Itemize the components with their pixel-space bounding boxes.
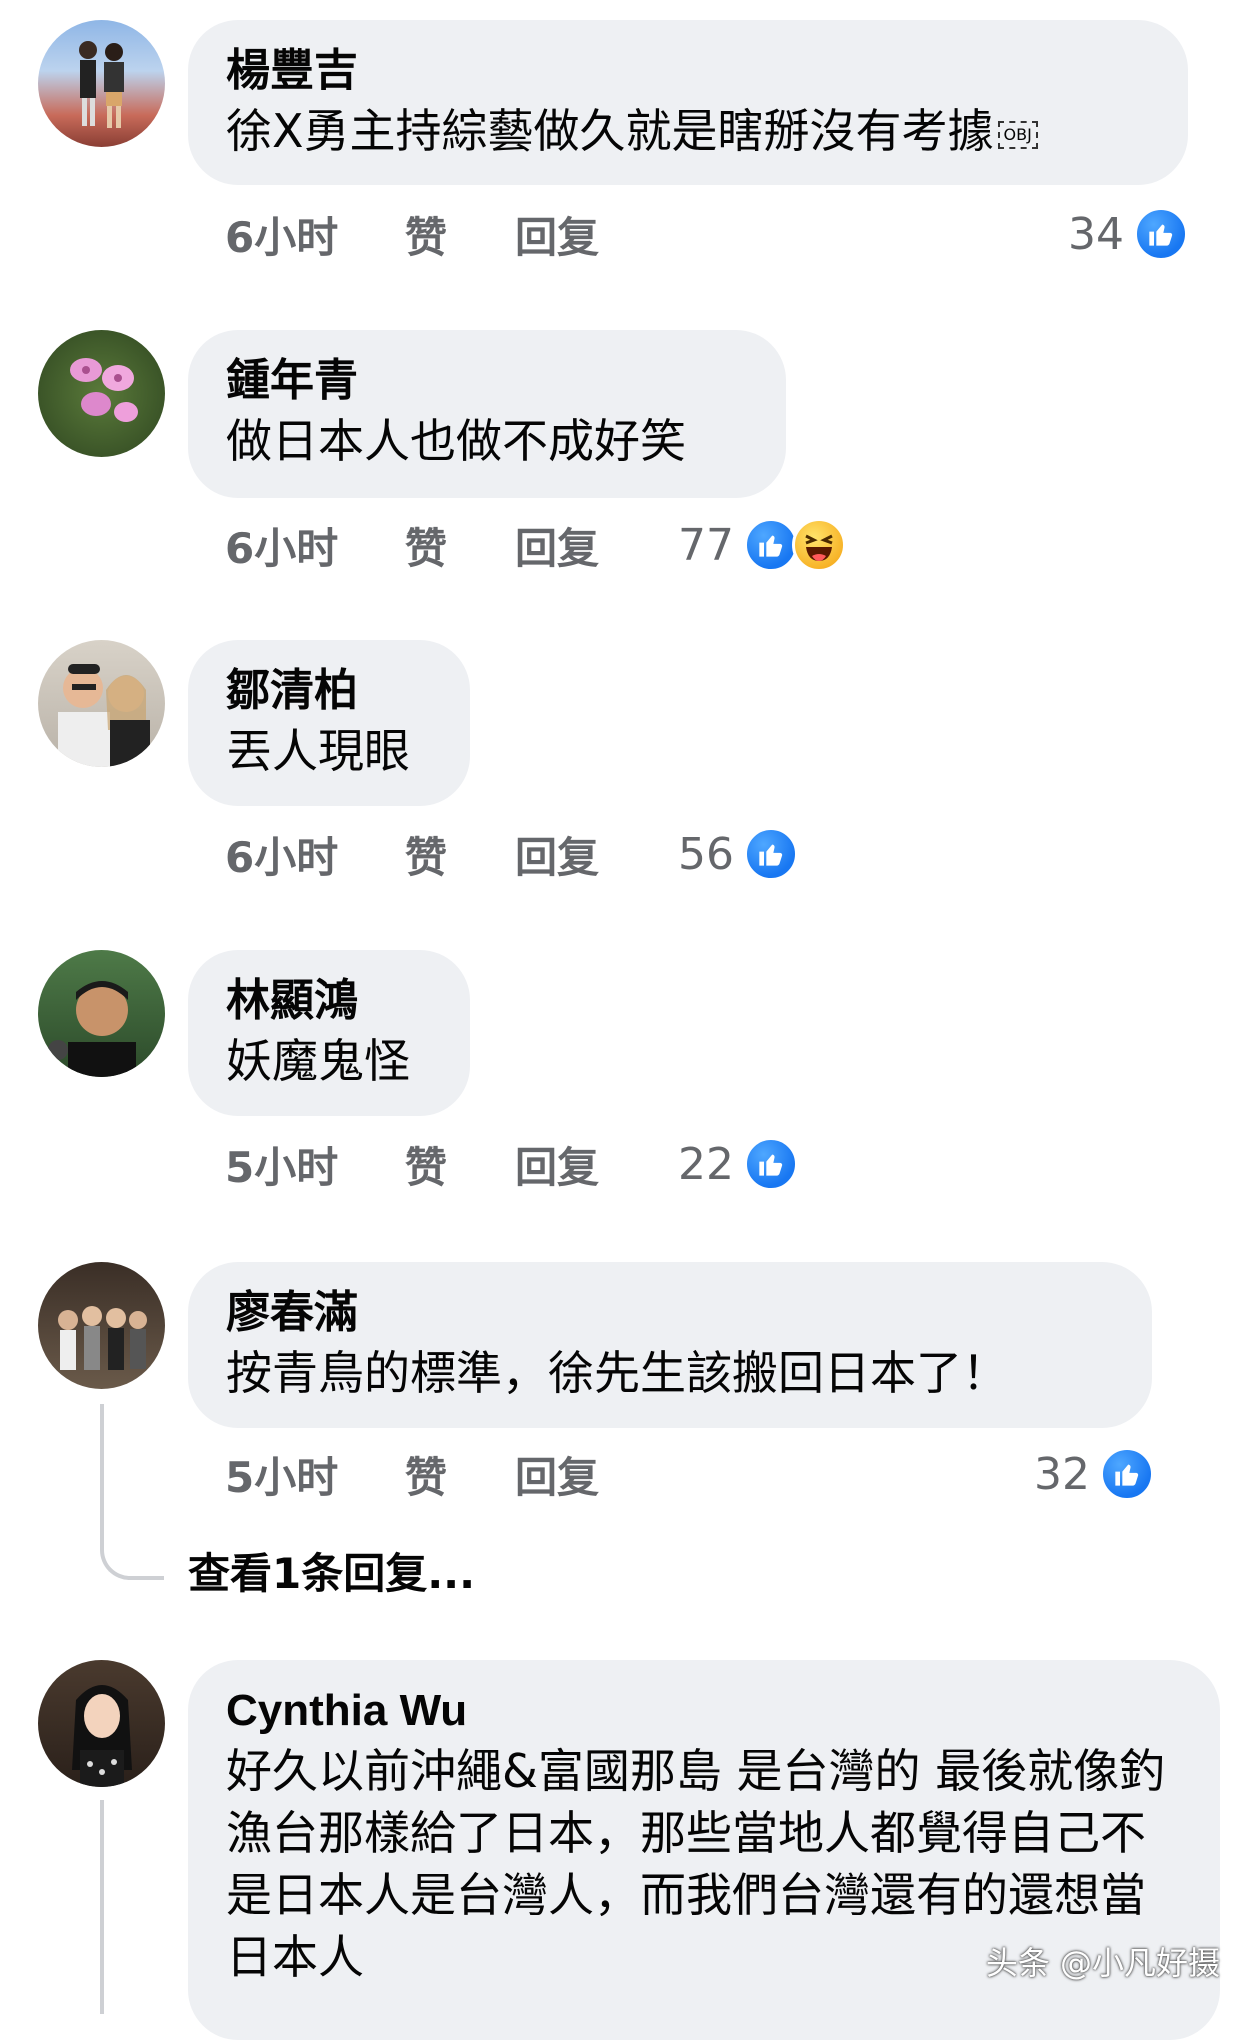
comment-author[interactable]: 楊豐吉 <box>226 42 1150 100</box>
comment-actions: 6小时 赞 回复 <box>225 515 665 575</box>
avatar[interactable] <box>38 330 165 457</box>
comment-author[interactable]: Cynthia Wu <box>226 1682 1190 1740</box>
like-icon <box>1134 207 1188 261</box>
avatar[interactable] <box>38 1660 165 1787</box>
reply-button[interactable]: 回复 <box>515 1444 665 1505</box>
comment-text: 妖魔鬼怪 <box>226 1034 410 1088</box>
reaction-count: 32 <box>1034 1448 1090 1500</box>
comment-bubble: 廖春滿 按青鳥的標準，徐先生該搬回日本了！ <box>188 1262 1152 1428</box>
reaction-count: 34 <box>1068 208 1124 260</box>
reply-button[interactable]: 回复 <box>515 204 665 265</box>
comment-actions: 5小时 赞 回复 <box>225 1444 665 1504</box>
comment-time: 5小时 <box>225 1142 339 1192</box>
comment-bubble: 鍾年青 做日本人也做不成好笑 <box>188 330 786 498</box>
reaction-summary[interactable]: 32 <box>1034 1444 1154 1504</box>
comment-text: 按青鳥的標準，徐先生該搬回日本了！ <box>226 1346 1008 1400</box>
comment-actions: 6小时 赞 回复 <box>225 204 665 264</box>
like-icon <box>744 518 798 572</box>
like-button[interactable]: 赞 <box>405 1134 515 1195</box>
reply-button[interactable]: 回复 <box>515 515 665 576</box>
watermark: 头条 @小凡好摄 <box>985 1944 1220 1982</box>
reply-button[interactable]: 回复 <box>515 1134 665 1195</box>
comment-actions: 6小时 赞 回复 <box>225 824 665 884</box>
comment-text: 徐X勇主持綜藝做久就是瞎掰沒有考據 OBJ <box>226 100 1150 162</box>
like-icon <box>1100 1447 1154 1501</box>
avatar[interactable] <box>38 640 165 767</box>
like-button[interactable]: 赞 <box>405 515 515 576</box>
thread-connector <box>100 1520 164 1580</box>
reply-button[interactable]: 回复 <box>515 824 665 885</box>
thread-line <box>100 1800 104 2014</box>
comment-actions: 5小时 赞 回复 <box>225 1134 665 1194</box>
like-button[interactable]: 赞 <box>405 204 515 265</box>
obj-placeholder: OBJ <box>997 120 1038 149</box>
comment-time: 6小时 <box>225 212 339 262</box>
comment-text-content: 徐X勇主持綜藝做久就是瞎掰沒有考據 <box>226 104 994 158</box>
view-replies-link[interactable]: 查看1条回复... <box>188 1540 475 1601</box>
comment-time: 6小时 <box>225 523 339 573</box>
reaction-summary[interactable]: 34 <box>1068 204 1188 264</box>
comment-author[interactable]: 林顯鴻 <box>226 972 432 1030</box>
avatar[interactable] <box>38 1262 165 1389</box>
avatar[interactable] <box>38 950 165 1077</box>
like-button[interactable]: 赞 <box>405 824 515 885</box>
haha-icon <box>792 518 846 572</box>
reaction-count: 22 <box>678 1138 734 1190</box>
comment-text: 做日本人也做不成好笑 <box>226 414 686 468</box>
comment-bubble: 楊豐吉 徐X勇主持綜藝做久就是瞎掰沒有考據 OBJ <box>188 20 1188 185</box>
like-icon <box>744 1137 798 1191</box>
like-icon <box>744 827 798 881</box>
comment-text: 丟人現眼 <box>226 724 410 778</box>
reaction-summary[interactable]: 56 <box>678 824 798 884</box>
comment-time: 5小时 <box>225 1452 339 1502</box>
comment-author[interactable]: 廖春滿 <box>226 1284 1114 1342</box>
comment-author[interactable]: 鄒清柏 <box>226 662 432 720</box>
avatar[interactable] <box>38 20 165 147</box>
like-button[interactable]: 赞 <box>405 1444 515 1505</box>
comment-author[interactable]: 鍾年青 <box>226 352 748 410</box>
reaction-summary[interactable]: 77 <box>678 515 846 575</box>
comment-time: 6小时 <box>225 832 339 882</box>
comment-bubble: 林顯鴻 妖魔鬼怪 <box>188 950 470 1116</box>
reaction-summary[interactable]: 22 <box>678 1134 798 1194</box>
comment-bubble: 鄒清柏 丟人現眼 <box>188 640 470 806</box>
reaction-count: 77 <box>678 519 734 571</box>
reaction-count: 56 <box>678 828 734 880</box>
